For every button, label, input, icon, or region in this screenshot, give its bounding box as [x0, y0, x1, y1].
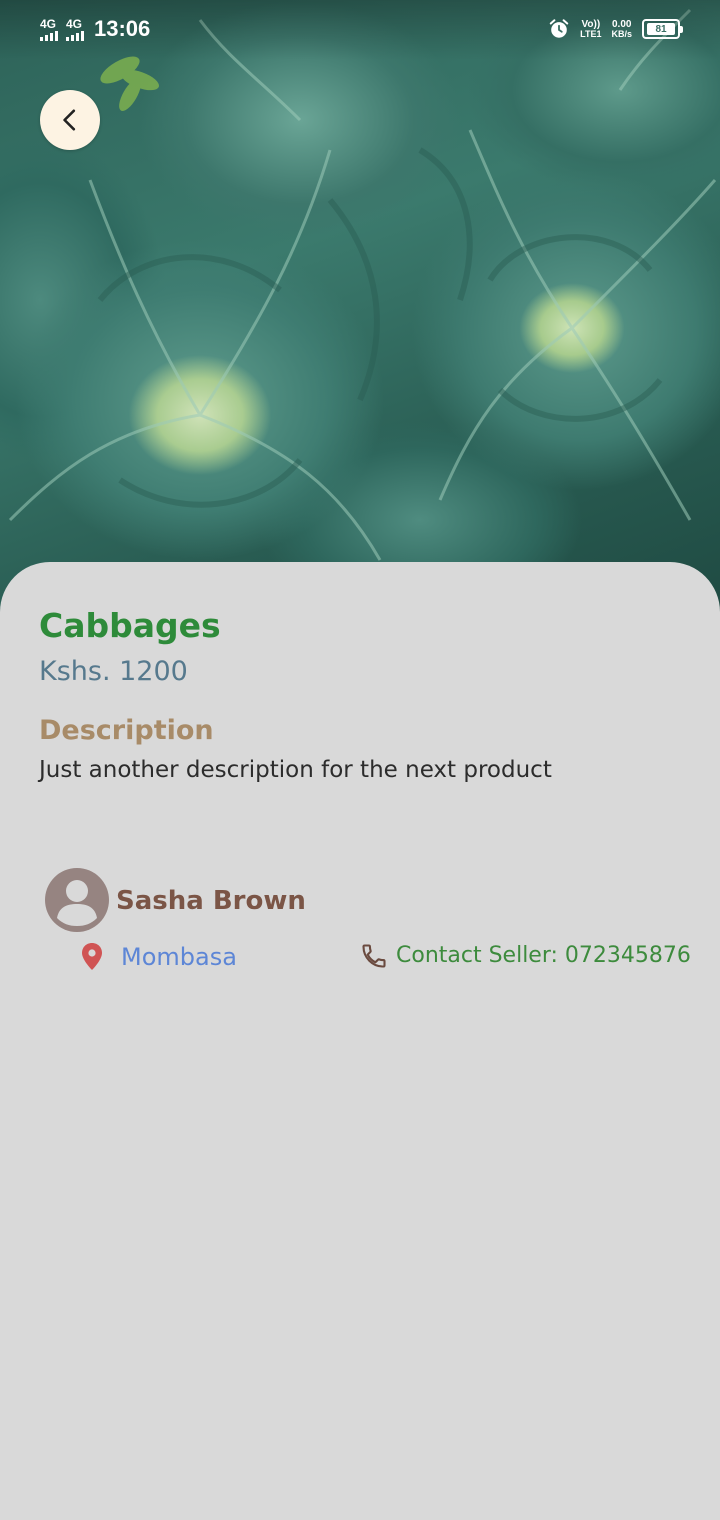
- network-indicator-2: 4G: [66, 18, 84, 41]
- cabbage-illustration: [8, 8, 717, 561]
- network-label-2: 4G: [66, 16, 83, 31]
- description-text: Just another description for the next pr…: [39, 757, 552, 783]
- network-label-1: 4G: [40, 16, 57, 31]
- volte-label: Vo)): [581, 18, 601, 30]
- speed-value: 0.00: [612, 18, 632, 30]
- back-button[interactable]: [40, 90, 100, 150]
- network-speed: 0.00 KB/s: [611, 18, 632, 39]
- speed-unit: KB/s: [611, 28, 632, 39]
- signal-icon: [66, 30, 84, 41]
- lte-label: LTE1: [580, 28, 602, 39]
- battery-icon: 81: [642, 19, 683, 39]
- location-pin-icon: [82, 943, 102, 970]
- status-time: 13:06: [94, 16, 151, 41]
- product-details-card: Cabbages Kshs. 1200 Description Just ano…: [0, 562, 720, 1520]
- status-right: Vo)) LTE1 0.00 KB/s 81: [548, 18, 683, 40]
- alarm-clock-icon: [549, 19, 569, 38]
- person-icon: [57, 880, 97, 926]
- seller-location: Mombasa: [121, 943, 237, 971]
- seller-name: Sasha Brown: [116, 886, 306, 916]
- status-bar: 4G 4G 13:06 Vo)) LTE1 0.00 KB/s 81: [0, 0, 720, 58]
- product-detail-screen: 4G 4G 13:06 Vo)) LTE1 0.00 KB/s 81 Cabba…: [0, 0, 720, 1520]
- volte-indicator: Vo)) LTE1: [580, 18, 602, 39]
- status-left: 4G 4G 13:06: [40, 16, 150, 42]
- phone-icon[interactable]: [360, 942, 388, 970]
- product-image: [0, 0, 720, 620]
- contact-seller-link[interactable]: Contact Seller: 072345876: [396, 943, 691, 968]
- network-indicator-1: 4G: [40, 18, 58, 41]
- seller-avatar: [45, 868, 109, 932]
- signal-icon: [40, 30, 58, 41]
- description-heading: Description: [39, 715, 214, 746]
- chevron-left-icon: [63, 109, 76, 131]
- product-name: Cabbages: [39, 606, 221, 645]
- battery-level: 81: [647, 23, 675, 35]
- product-price: Kshs. 1200: [39, 656, 188, 687]
